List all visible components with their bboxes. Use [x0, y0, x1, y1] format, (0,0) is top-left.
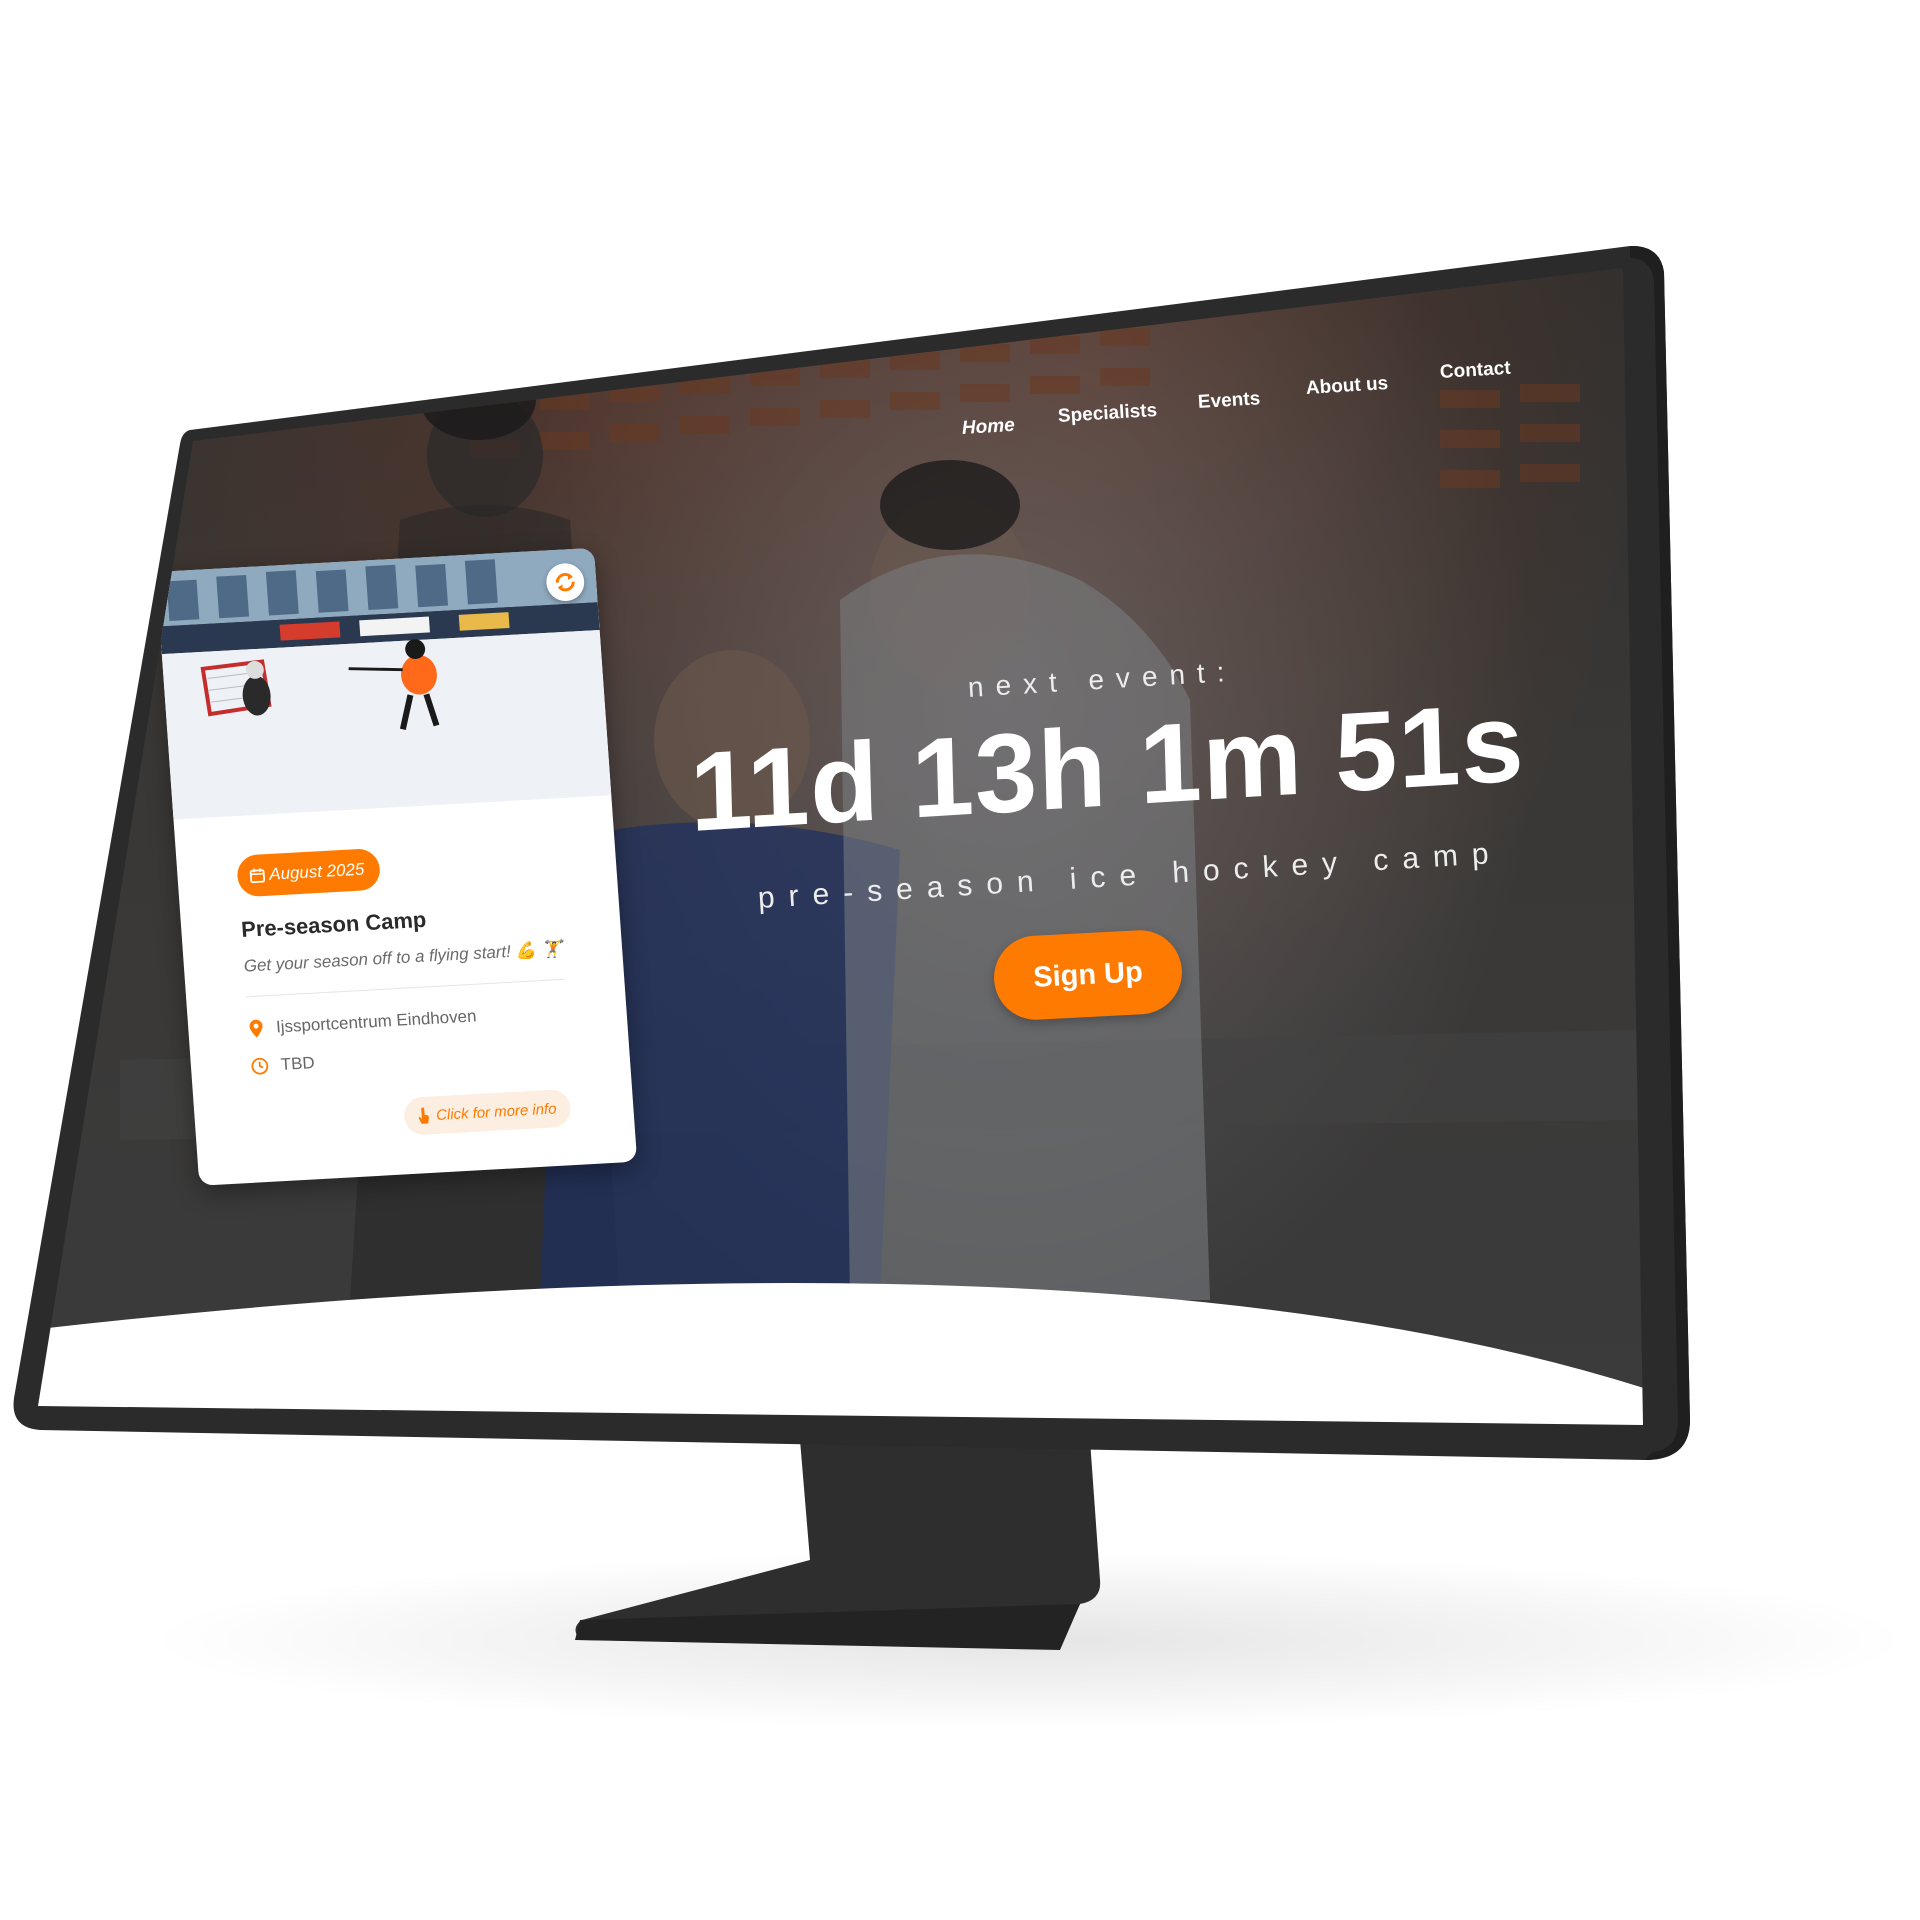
calendar-icon: [249, 868, 266, 884]
event-date-text: August 2025: [268, 859, 365, 884]
event-description: Get your season off to a flying start! 💪…: [243, 939, 564, 976]
event-location: Ijssportcentrum Eindhoven: [275, 1006, 478, 1037]
hockey-practice-image: [156, 547, 612, 820]
mockup-stage: Home Specialists Events About us Contact…: [0, 0, 1920, 1920]
more-info-label: Click for more info: [435, 1100, 557, 1124]
pointer-hand-icon: [418, 1107, 429, 1124]
location-pin-icon: [249, 1019, 263, 1038]
event-time-row: TBD: [250, 1053, 315, 1076]
event-date-badge: August 2025: [236, 847, 382, 898]
more-info-link[interactable]: Click for more info: [402, 1088, 572, 1136]
event-photo: [156, 547, 612, 820]
event-time: TBD: [280, 1053, 316, 1074]
event-location-row: Ijssportcentrum Eindhoven: [248, 1007, 478, 1039]
clock-icon: [251, 1057, 269, 1075]
sync-icon: [555, 573, 575, 592]
event-title: Pre-season Camp: [240, 906, 428, 942]
event-card[interactable]: August 2025 Pre-season Camp Get your sea…: [156, 547, 638, 1186]
card-divider: [245, 978, 565, 998]
